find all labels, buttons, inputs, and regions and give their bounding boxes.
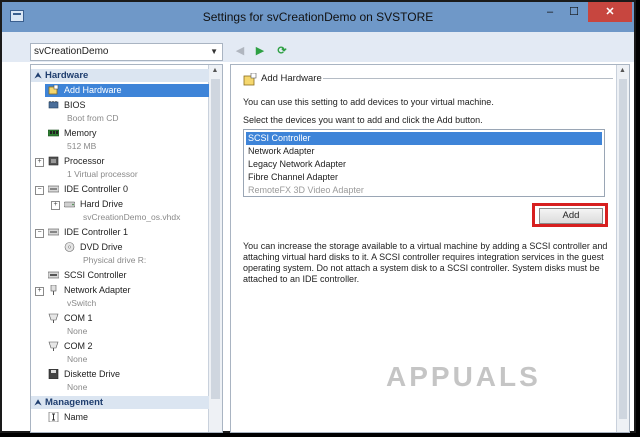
chevron-down-icon: ▼ [210, 47, 218, 56]
hard-drive-detail: svCreationDemo_os.vhdx [83, 212, 181, 222]
tree-item-label: COM 1 [64, 313, 93, 323]
minimize-button[interactable]: – [538, 2, 562, 22]
bios-chip-icon [48, 101, 59, 109]
tree-item-label: IDE Controller 1 [64, 227, 129, 237]
diskette-detail: None [67, 382, 88, 392]
tree-item-label: SCSI Controller [64, 270, 127, 280]
memory-detail: 512 MB [67, 141, 97, 151]
settings-window: Settings for svCreationDemo on SVSTORE –… [0, 0, 636, 433]
collapse-icon: ⮝ [34, 71, 42, 80]
back-icon[interactable]: ◀ [233, 44, 247, 58]
tree-item-label: Network Adapter [64, 285, 131, 295]
details-panel: ▲ Add Hardware You can use this setting … [230, 64, 630, 433]
close-button[interactable]: ✕ [588, 2, 632, 22]
network-adapter-detail: vSwitch [67, 298, 97, 308]
hardware-section-label: Hardware [45, 70, 89, 81]
hardware-section-header[interactable]: ⮝ Hardware [31, 69, 209, 82]
com-port-icon [48, 313, 59, 323]
tree-scrollbar[interactable]: ▲ [208, 65, 222, 432]
watermark: APPUALS [386, 361, 541, 392]
management-section-header[interactable]: ⮝ Management [31, 396, 209, 409]
group-title: Add Hardware [261, 73, 322, 84]
tree-item-label: Diskette Drive [64, 369, 121, 379]
memory-icon [48, 129, 59, 137]
instruction-text: Select the devices you want to add and c… [243, 115, 483, 125]
expand-icon[interactable]: + [51, 201, 60, 210]
bios-detail: Boot from CD [67, 113, 119, 123]
tree-item-label: IDE Controller 0 [64, 184, 129, 194]
scroll-up-icon[interactable]: ▲ [616, 65, 629, 77]
collapse-icon: ⮝ [34, 398, 42, 407]
dvd-drive-icon [64, 242, 75, 252]
details-scrollbar[interactable]: ▲ [616, 65, 629, 432]
tree-scrollbar-thumb[interactable] [211, 79, 220, 399]
name-icon [48, 412, 59, 422]
device-list[interactable]: SCSI Controller Network Adapter Legacy N… [243, 129, 605, 197]
tree-item-label: COM 2 [64, 341, 93, 351]
group-divider [323, 78, 613, 79]
forward-icon[interactable]: ▶ [253, 44, 267, 58]
management-section-label: Management [45, 397, 104, 408]
add-button[interactable]: Add [539, 208, 603, 224]
network-adapter-icon [50, 285, 57, 295]
device-option[interactable]: Network Adapter [246, 145, 602, 158]
tree-item-label: Hard Drive [80, 199, 124, 209]
tree-item-label: Memory [64, 128, 97, 138]
add-hardware-icon [48, 85, 59, 95]
collapse-node-icon[interactable]: − [35, 229, 44, 238]
details-scrollbar-thumb[interactable] [619, 79, 627, 419]
ide-controller-icon [48, 228, 59, 236]
tree-item-label: Processor [64, 156, 105, 166]
vm-select[interactable]: svCreationDemo ▼ [30, 43, 223, 61]
dvd-drive-detail: Physical drive R: [83, 255, 147, 265]
ide-controller-icon [48, 185, 59, 193]
title-bar[interactable]: Settings for svCreationDemo on SVSTORE –… [2, 2, 634, 32]
hard-drive-icon [64, 201, 75, 208]
com-port-icon [48, 341, 59, 351]
add-hardware-icon [243, 73, 257, 86]
com1-detail: None [67, 326, 88, 336]
scsi-controller-icon [48, 271, 59, 279]
tree-item-label: Add Hardware [64, 85, 122, 95]
maximize-button[interactable]: ☐ [562, 2, 586, 22]
processor-detail: 1 Virtual processor [67, 169, 138, 179]
device-option-selected[interactable]: SCSI Controller [246, 132, 602, 145]
collapse-node-icon[interactable]: − [35, 186, 44, 195]
device-option[interactable]: Legacy Network Adapter [246, 158, 602, 171]
intro-text: You can use this setting to add devices … [243, 97, 494, 107]
settings-tree: ▲ ⮝ Hardware Add Hardware BIOS Boot from … [30, 64, 223, 433]
expand-icon[interactable]: + [35, 158, 44, 167]
refresh-icon[interactable]: ⟳ [275, 44, 289, 58]
expand-icon[interactable]: + [35, 287, 44, 296]
tree-item-label: BIOS [64, 100, 86, 110]
scsi-info-text: You can increase the storage available t… [243, 241, 608, 284]
com2-detail: None [67, 354, 88, 364]
device-option-disabled: RemoteFX 3D Video Adapter [248, 185, 364, 195]
tree-item-label: DVD Drive [80, 242, 123, 252]
vm-select-value: svCreationDemo [34, 46, 109, 57]
scroll-up-icon[interactable]: ▲ [208, 65, 222, 77]
processor-icon [48, 156, 59, 166]
tree-item-label: Name [64, 412, 89, 422]
device-option[interactable]: Fibre Channel Adapter [246, 171, 602, 184]
diskette-icon [48, 369, 59, 379]
